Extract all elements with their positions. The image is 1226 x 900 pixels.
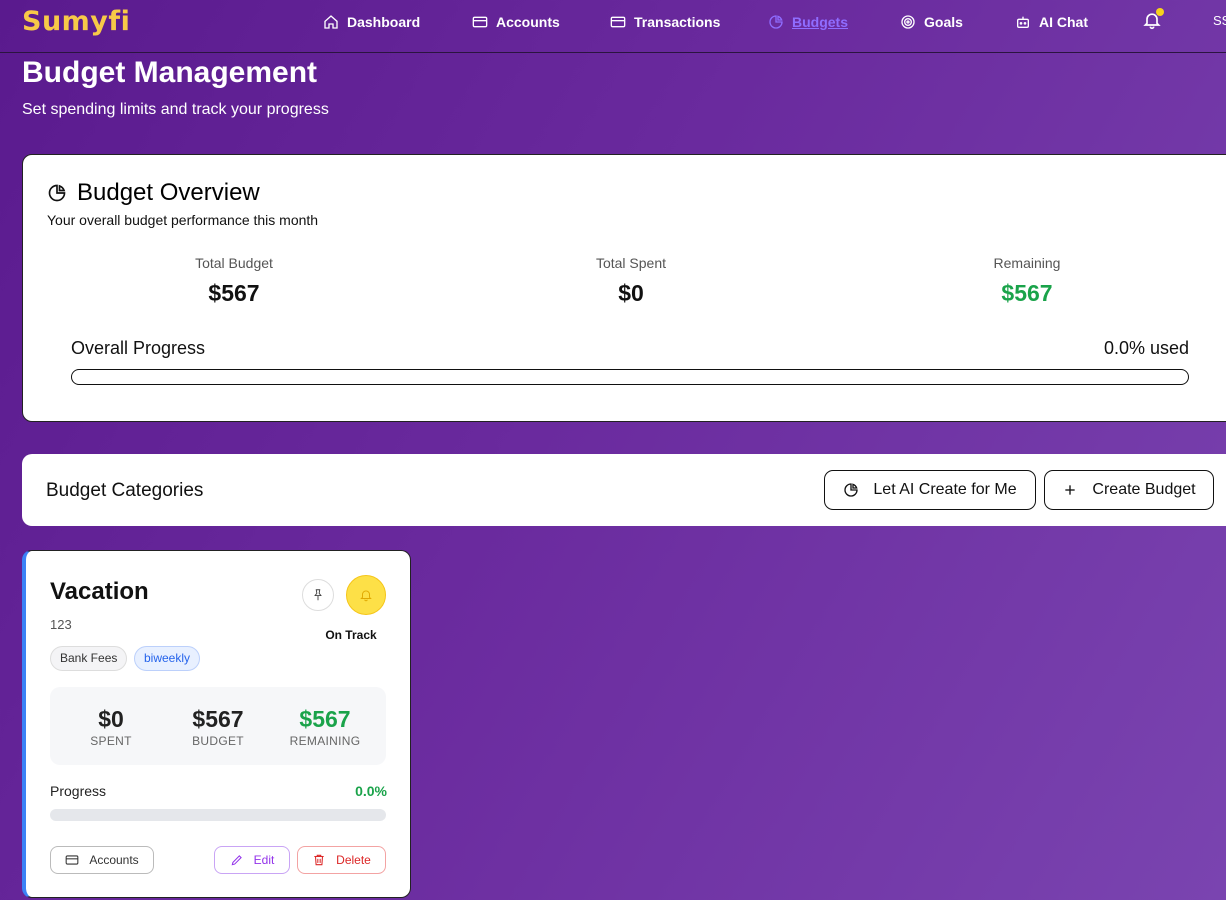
- status-badge: On Track: [325, 628, 377, 642]
- budget-description: 123: [50, 617, 72, 632]
- nav-accounts-label: Accounts: [496, 14, 560, 30]
- amount-spent: $0 SPENT: [61, 706, 161, 748]
- budget-card: Vacation 123 On Track Bank Fees biweekly…: [22, 550, 411, 898]
- page-subtitle: Set spending limits and track your progr…: [22, 101, 329, 118]
- plus-icon: [1065, 485, 1076, 495]
- delete-button[interactable]: Delete: [297, 846, 386, 874]
- stat-remaining-label: Remaining: [993, 255, 1061, 271]
- card-icon: [472, 16, 488, 28]
- delete-button-label: Delete: [336, 853, 371, 867]
- period-tag: biweekly: [134, 646, 201, 671]
- nav-goals[interactable]: Goals: [900, 12, 963, 32]
- top-nav: Sumyfi Dashboard Accounts Transactions B…: [0, 0, 1226, 53]
- nav-goals-label: Goals: [924, 14, 963, 30]
- pie-chart-icon: [844, 483, 859, 497]
- stat-total-budget: Total Budget $567: [104, 255, 364, 307]
- budget-categories-header: Budget Categories Let AI Create for Me C…: [22, 454, 1226, 526]
- categories-title: Budget Categories: [46, 480, 204, 501]
- category-tag: Bank Fees: [50, 646, 128, 671]
- amount-remaining: $567 REMAINING: [275, 706, 375, 748]
- nav-dashboard[interactable]: Dashboard: [323, 12, 420, 32]
- nav-transactions-label: Transactions: [634, 14, 721, 30]
- overall-progress-bar: [71, 369, 1189, 385]
- amount-budget-label: BUDGET: [192, 734, 244, 748]
- stat-remaining: Remaining $567: [897, 255, 1157, 307]
- nav-budgets-label: Budgets: [792, 14, 848, 30]
- ai-create-button[interactable]: Let AI Create for Me: [824, 470, 1036, 510]
- accounts-button-label: Accounts: [89, 853, 139, 867]
- overview-subtitle: Your overall budget performance this mon…: [47, 212, 319, 228]
- stat-total-budget-value: $567: [208, 280, 260, 306]
- card-icon: [65, 855, 79, 865]
- overall-progress-label: Overall Progress: [71, 338, 206, 358]
- stat-total-spent: Total Spent $0: [501, 255, 761, 307]
- amount-spent-label: SPENT: [90, 734, 132, 748]
- progress-bar: [50, 809, 386, 821]
- overall-progress-used: 0.0% used: [1103, 338, 1189, 358]
- notifications-button[interactable]: [1142, 8, 1164, 32]
- overview-heading: Budget Overview: [47, 179, 260, 207]
- page-title: Budget Management: [22, 56, 318, 89]
- amount-budget-value: $567: [192, 706, 244, 732]
- nav-accounts[interactable]: Accounts: [472, 12, 560, 32]
- pencil-icon: [231, 855, 242, 866]
- ai-create-button-label: Let AI Create for Me: [873, 481, 1017, 498]
- budget-overview-card: Budget Overview Your overall budget perf…: [22, 154, 1226, 422]
- create-budget-button-label: Create Budget: [1092, 481, 1196, 498]
- bell-icon: [360, 590, 372, 602]
- amount-remaining-value: $567: [299, 706, 351, 732]
- trash-icon: [314, 854, 324, 866]
- edit-button[interactable]: Edit: [214, 846, 290, 874]
- notification-dot: [1156, 8, 1164, 16]
- pin-icon: [314, 589, 322, 601]
- accounts-button[interactable]: Accounts: [50, 846, 154, 874]
- create-budget-button[interactable]: Create Budget: [1044, 470, 1214, 510]
- overview-title: Budget Overview: [77, 179, 260, 206]
- progress-label: Progress: [50, 783, 107, 799]
- home-icon: [324, 15, 338, 29]
- amount-remaining-label: REMAINING: [289, 734, 361, 748]
- amount-spent-value: $0: [98, 706, 124, 732]
- nav-dashboard-label: Dashboard: [347, 14, 421, 30]
- stat-total-spent-value: $0: [618, 280, 644, 306]
- pin-button[interactable]: [302, 579, 334, 611]
- alert-button[interactable]: [346, 575, 386, 615]
- pie-chart-icon: [769, 15, 783, 29]
- amount-budget: $567 BUDGET: [168, 706, 268, 748]
- stat-total-spent-label: Total Spent: [595, 255, 667, 271]
- nav-transactions[interactable]: Transactions: [610, 12, 720, 32]
- nav-budgets[interactable]: Budgets: [768, 12, 848, 32]
- nav-ai-chat[interactable]: AI Chat: [1015, 12, 1088, 32]
- nav-ai-chat-label: AI Chat: [1039, 14, 1088, 30]
- amounts-panel: $0 SPENT $567 BUDGET $567 REMAINING: [50, 687, 386, 765]
- target-icon: [901, 15, 915, 29]
- pie-chart-icon: [48, 184, 66, 202]
- stat-remaining-value: $567: [1001, 280, 1053, 306]
- card-icon: [610, 16, 626, 28]
- progress-percent: 0.0%: [355, 783, 387, 799]
- stat-total-budget-label: Total Budget: [195, 255, 273, 271]
- user-avatar[interactable]: SS: [1213, 13, 1226, 28]
- budget-name: Vacation: [50, 578, 149, 605]
- app-logo[interactable]: Sumyfi: [22, 6, 130, 37]
- bot-icon: [1017, 16, 1029, 28]
- edit-button-label: Edit: [253, 853, 275, 867]
